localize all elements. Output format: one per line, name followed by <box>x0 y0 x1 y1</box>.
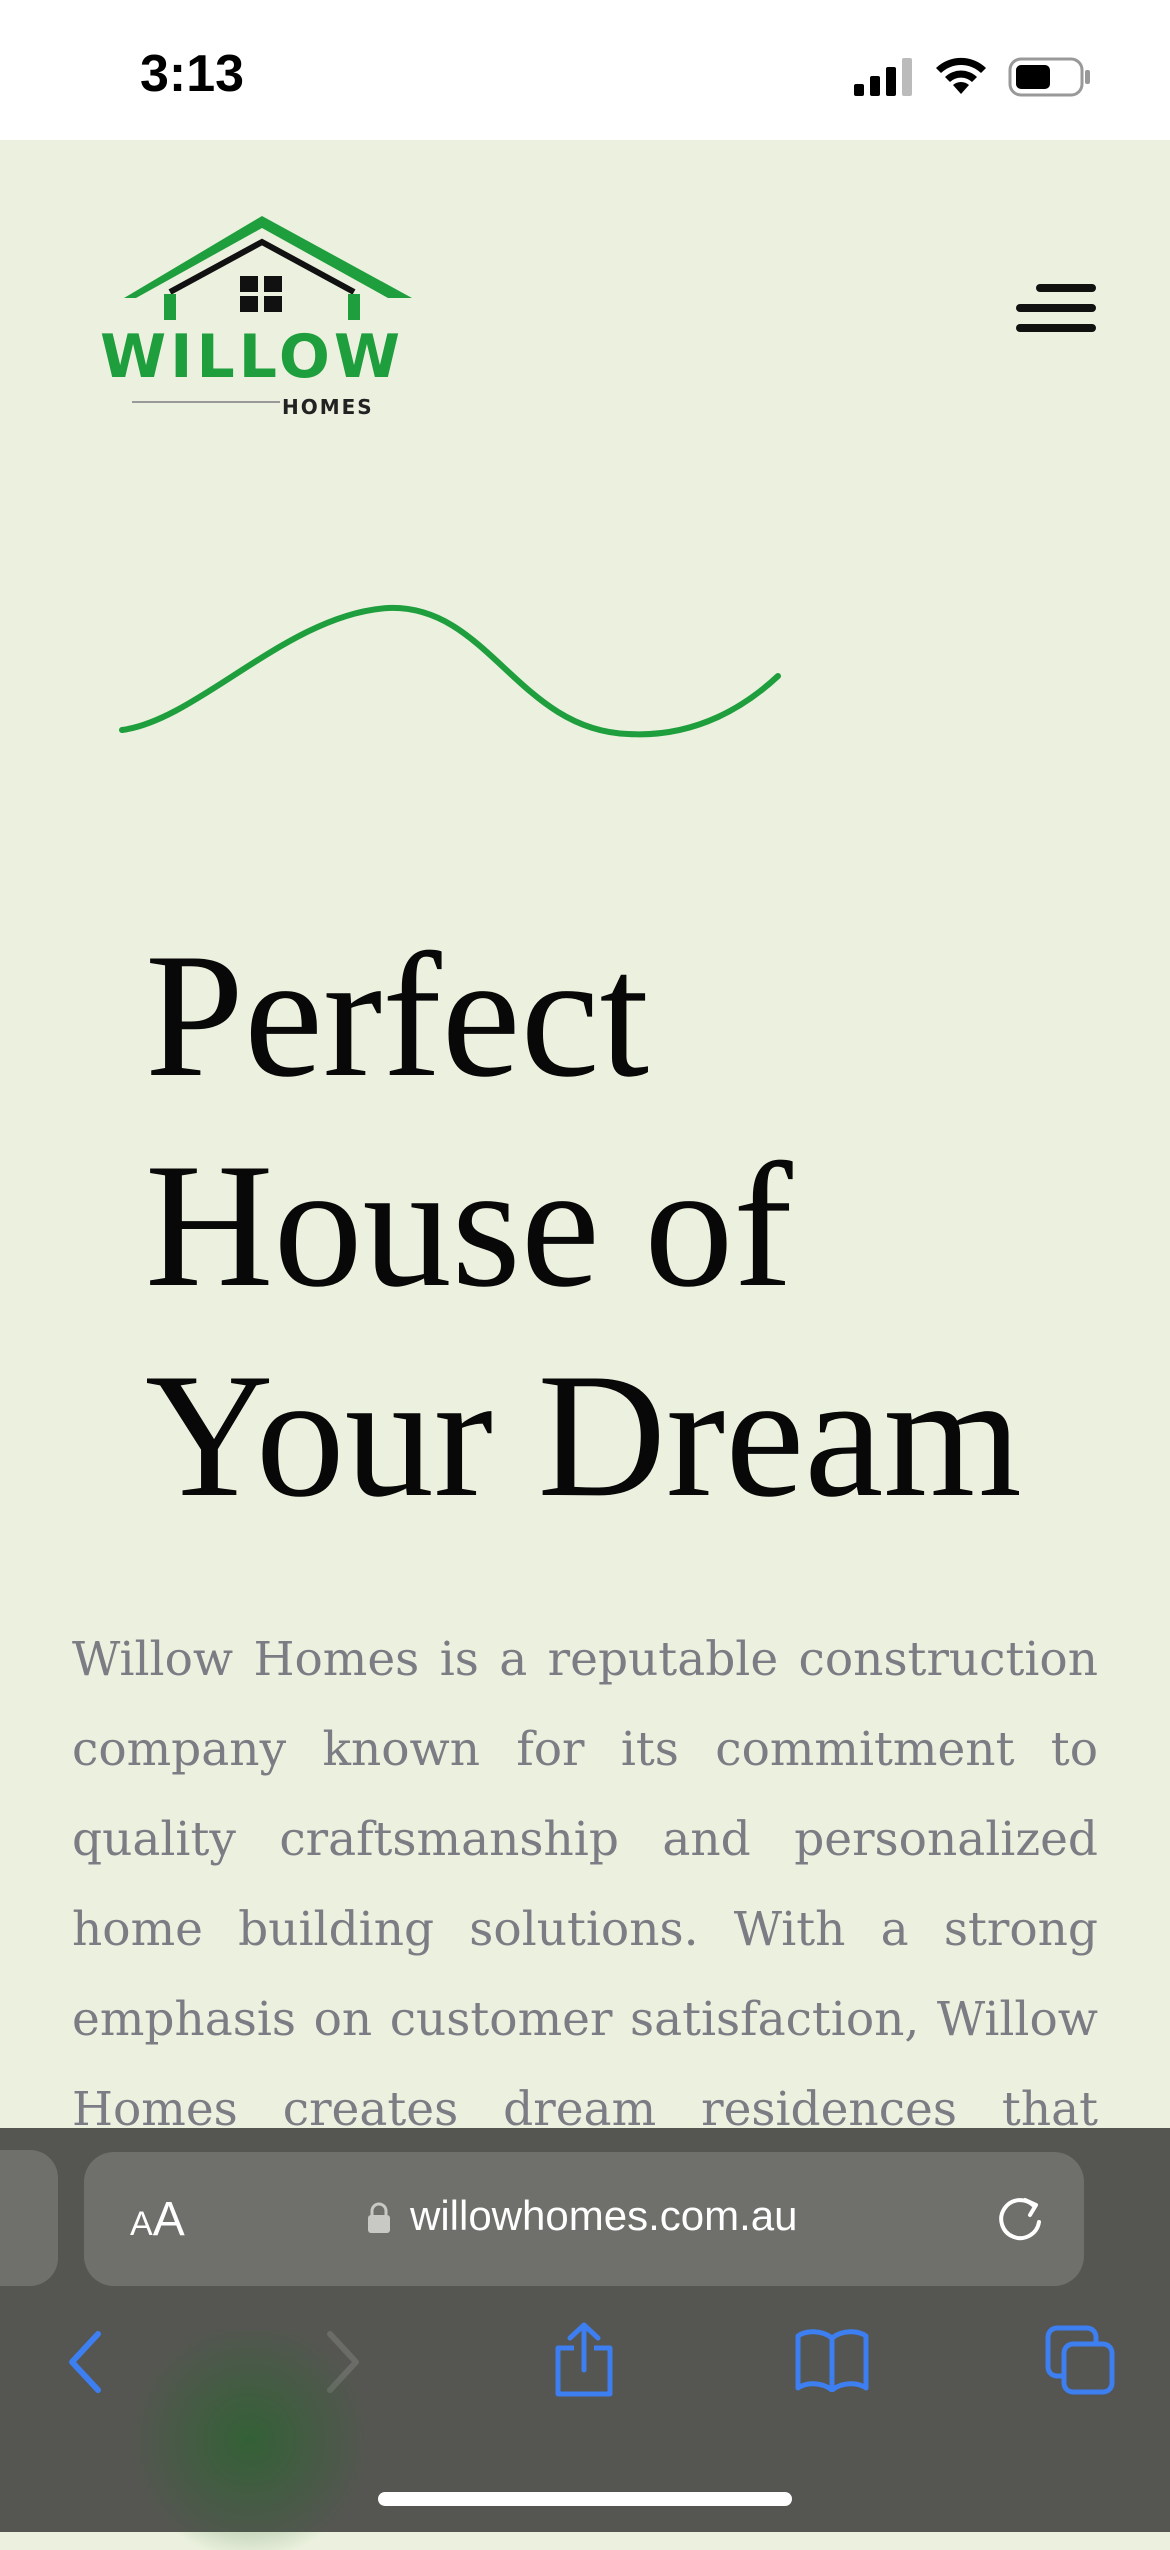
share-icon[interactable] <box>552 2322 616 2398</box>
battery-icon <box>1008 57 1090 97</box>
aa-big: A <box>152 2193 185 2246</box>
aa-small: A <box>130 2205 153 2243</box>
home-indicator[interactable] <box>378 2492 792 2506</box>
forward-chevron-icon[interactable] <box>322 2330 362 2394</box>
signal-bars-icon <box>854 58 912 96</box>
tabs-icon[interactable] <box>1044 2324 1116 2396</box>
wifi-icon <box>936 57 986 94</box>
back-chevron-icon[interactable] <box>66 2330 106 2394</box>
menu-line-top <box>1036 284 1096 292</box>
address-bar[interactable]: AA willowhomes.com.au <box>84 2152 1084 2286</box>
lock-icon <box>368 2202 390 2233</box>
headline-line-1: Perfect <box>145 916 650 1114</box>
logo[interactable]: WILLOW HOMES <box>96 210 426 419</box>
hero-headline: Perfect House of Your Dream <box>145 910 1105 1540</box>
headline-line-3: Your Dream <box>145 1336 1022 1534</box>
reload-icon[interactable] <box>994 2192 1048 2246</box>
url-text: willowhomes.com.au <box>410 2192 798 2239</box>
hamburger-menu-icon[interactable] <box>1010 280 1100 340</box>
status-time: 3:13 <box>140 45 245 103</box>
menu-line-bottom <box>1016 324 1096 332</box>
status-bar: 3:13 <box>0 0 1170 140</box>
reader-settings-button[interactable]: AA <box>130 2192 185 2247</box>
logo-wordmark: WILLOW <box>100 322 405 392</box>
menu-line-middle <box>1016 304 1096 312</box>
browser-toolbar: AA willowhomes.com.au <box>0 2128 1170 2532</box>
previous-tab-preview[interactable] <box>0 2150 58 2286</box>
bookmarks-book-icon[interactable] <box>794 2328 870 2392</box>
logo-subtitle: HOMES <box>282 395 374 419</box>
headline-line-2: House of <box>145 1126 793 1324</box>
decorative-wave <box>119 604 781 738</box>
